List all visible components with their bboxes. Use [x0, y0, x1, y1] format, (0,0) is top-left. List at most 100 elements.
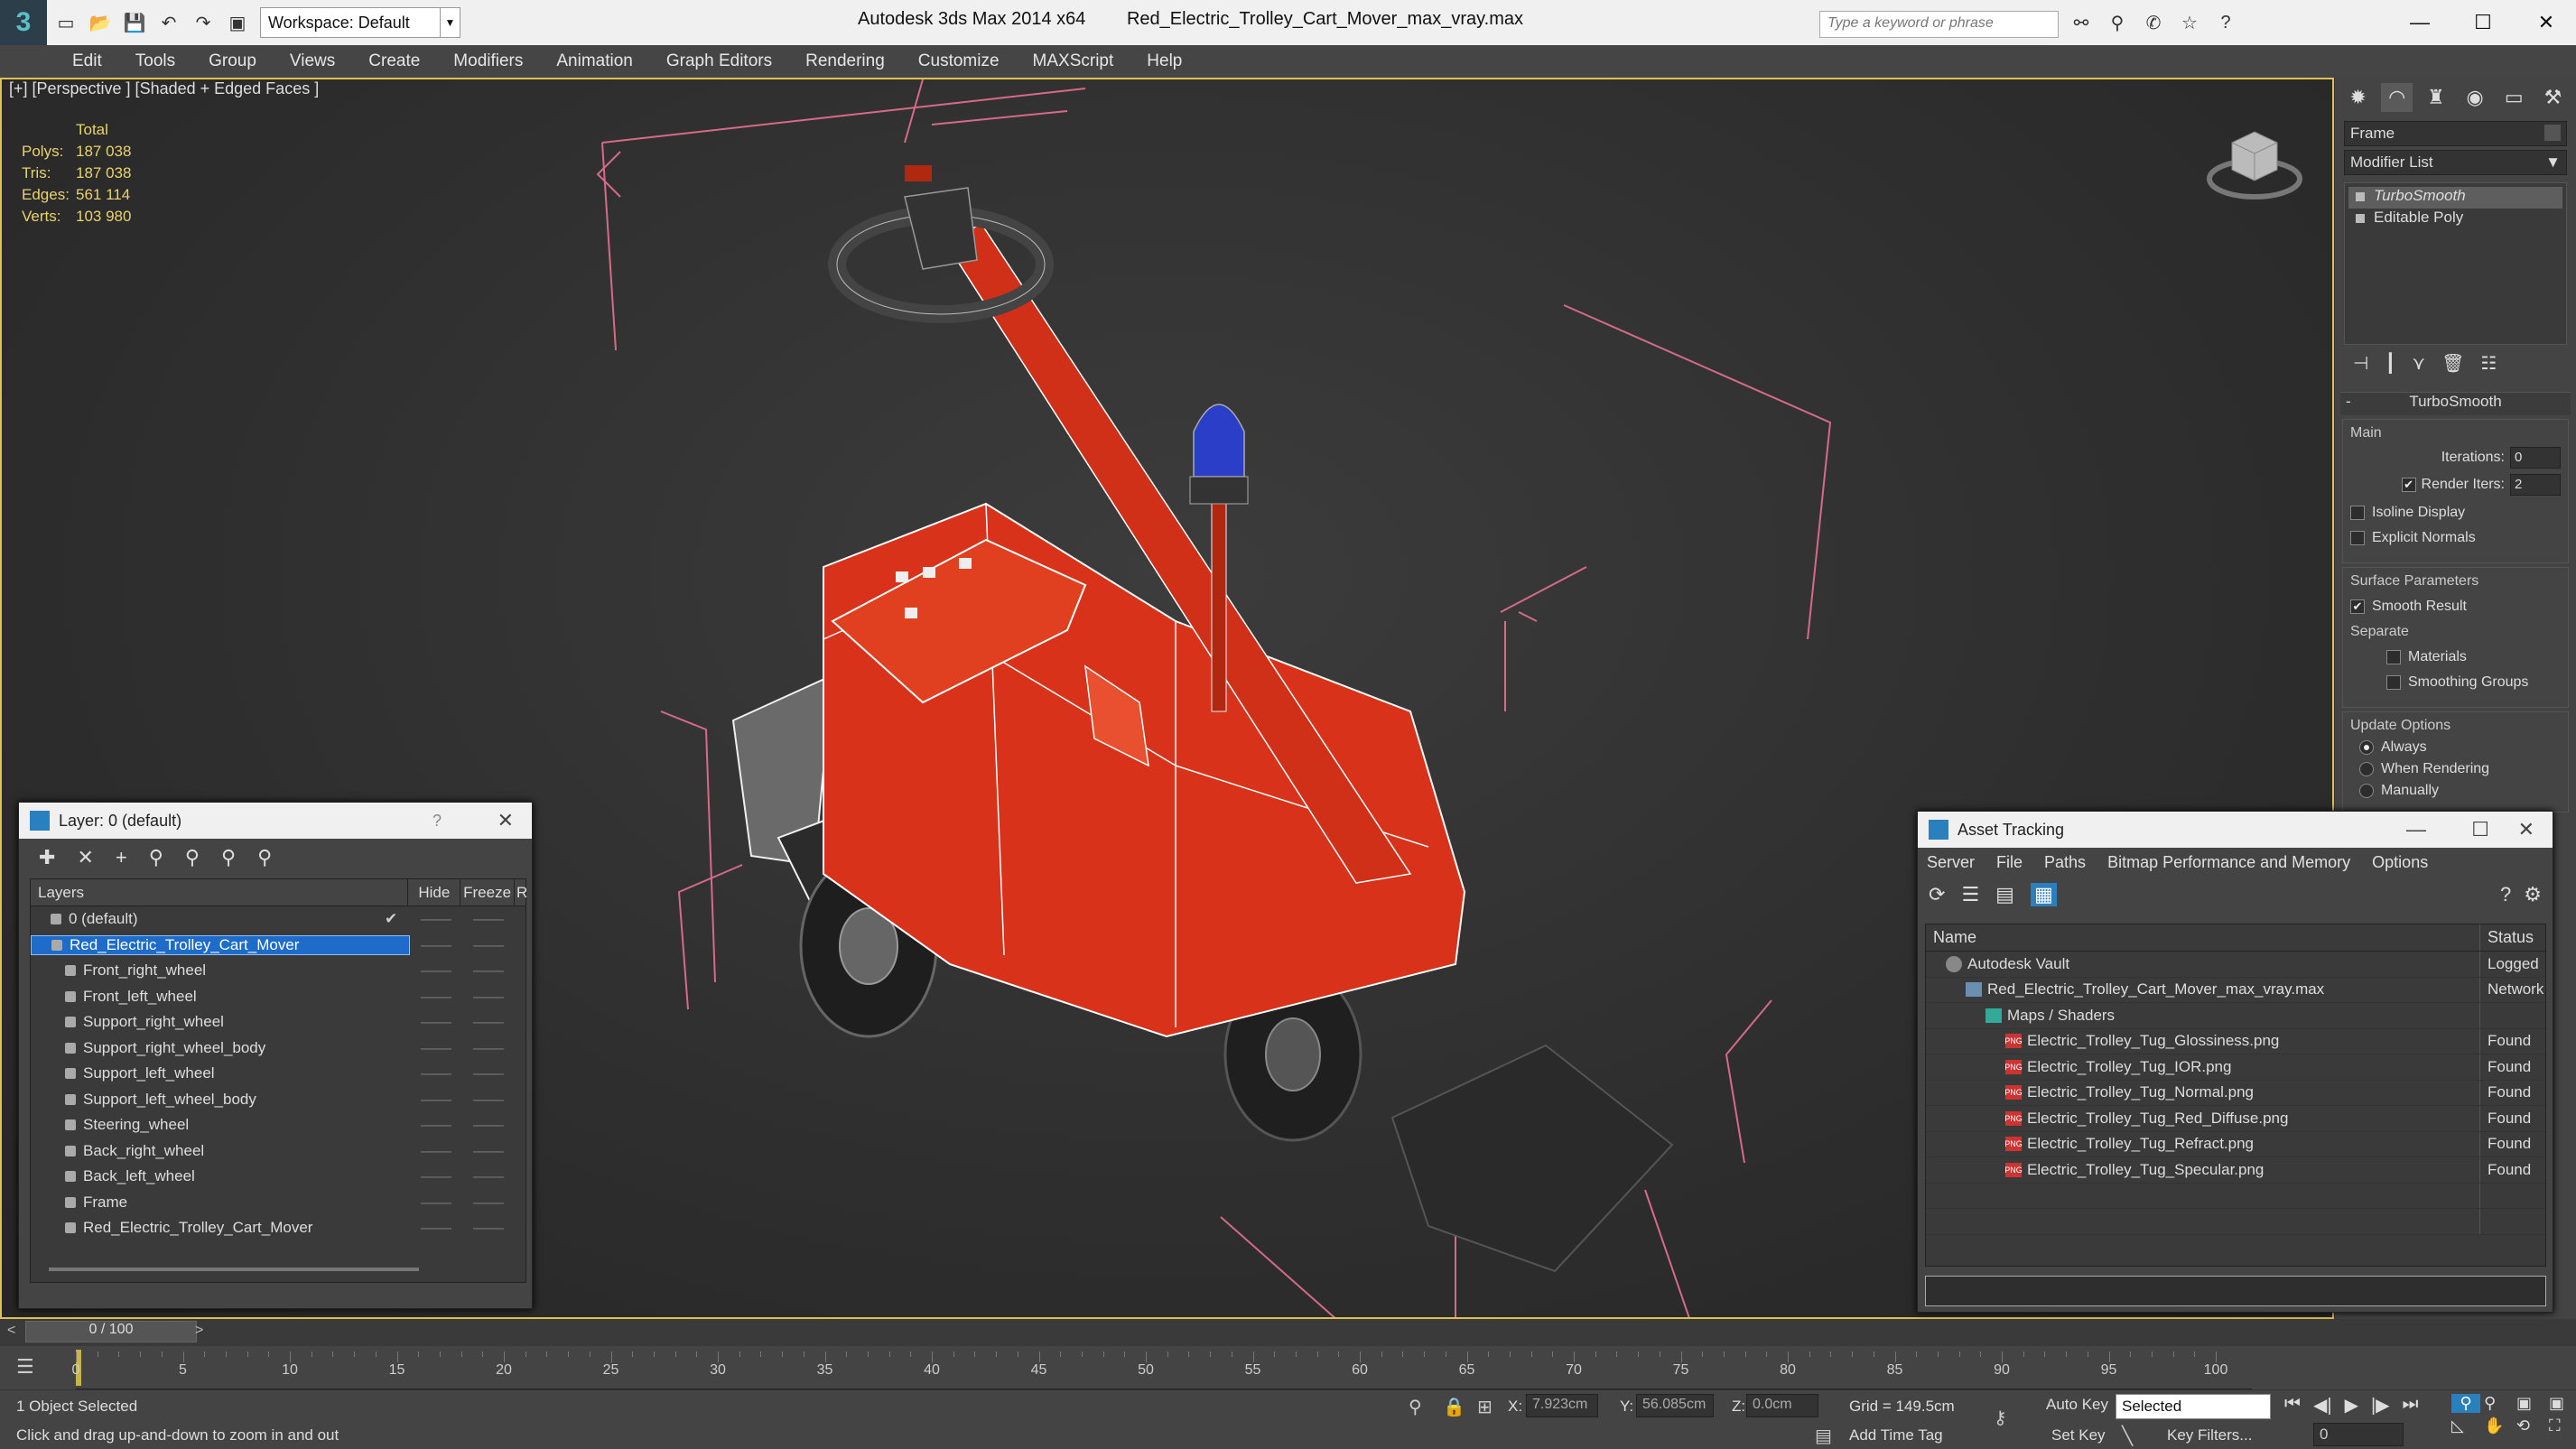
help-icon[interactable]: ?	[432, 812, 442, 831]
hide-toggle[interactable]: ——	[410, 961, 462, 980]
detail-view-icon[interactable]: ▤	[1995, 883, 2014, 906]
layer-row[interactable]: Red_Electric_Trolley_Cart_Mover —— ——	[31, 1215, 525, 1241]
asset-row[interactable]: PNG Electric_Trolley_Tug_IOR.png Found	[1926, 1054, 2545, 1081]
render-iters-spinner[interactable]: 2	[2510, 474, 2561, 496]
save-icon[interactable]: 💾	[119, 7, 150, 38]
layer-row[interactable]: 0 (default) —— —— ✔	[31, 906, 525, 933]
viewcube-icon[interactable]	[2205, 116, 2304, 206]
turbosmooth-rollout[interactable]: - TurboSmooth	[2340, 392, 2571, 415]
layer-row[interactable]: Back_left_wheel —— ——	[31, 1164, 525, 1190]
menu-group[interactable]: Group	[209, 51, 256, 71]
field-of-view-icon[interactable]: ◺	[2451, 1416, 2480, 1435]
layer-name-cell[interactable]: Back_left_wheel	[31, 1167, 410, 1185]
close-icon[interactable]: ✕	[2518, 818, 2534, 841]
asset-row[interactable]: PNG Electric_Trolley_Tug_Glossiness.png Fo…	[1926, 1028, 2545, 1054]
lock-icon[interactable]: 🔒	[1443, 1396, 1465, 1418]
configure-sets-icon[interactable]: ☷	[2481, 352, 2497, 379]
hide-toggle[interactable]: ——	[410, 1013, 462, 1031]
auto-key-button[interactable]: Auto Key	[2046, 1396, 2108, 1414]
layer-row[interactable]: Support_left_wheel —— ——	[31, 1061, 525, 1087]
previous-key-icon[interactable]: ◀|	[2313, 1394, 2332, 1416]
motion-tab-icon[interactable]: ◉	[2460, 83, 2491, 112]
app-logo-icon[interactable]: 3	[0, 0, 47, 45]
timeline-ticks[interactable]: 0 5 10 15 20 25 30 35 40 45 50 55 60 65 70 75 80 85 90 95 10…	[72, 1346, 2252, 1389]
help-icon[interactable]: ?	[2212, 9, 2239, 36]
when-rendering-radio[interactable]	[2359, 762, 2374, 776]
list-view-icon[interactable]: ☰	[1961, 883, 1979, 906]
menu-help[interactable]: Help	[1147, 51, 1182, 71]
x-coordinate-field[interactable]: 7.923cm	[1526, 1394, 1598, 1417]
time-slider[interactable]: < 0 / 100 >	[0, 1319, 2576, 1346]
dialog-title-bar[interactable]: Asset Tracking — ☐ ✕	[1918, 812, 2553, 848]
minimize-icon[interactable]: —	[2406, 818, 2426, 841]
hide-toggle[interactable]: ——	[410, 1219, 462, 1237]
zoom-extents-all-icon[interactable]: ▣	[2549, 1394, 2576, 1413]
set-key-icon[interactable]: ⚷	[1994, 1407, 2007, 1429]
asset-row[interactable]: Red_Electric_Trolley_Cart_Mover_max_vray…	[1926, 977, 2545, 1003]
hide-all-icon[interactable]: ⚲	[221, 846, 236, 869]
freeze-toggle[interactable]: ——	[462, 1167, 515, 1185]
layer-row[interactable]: Support_right_wheel_body —— ——	[31, 1036, 525, 1062]
layer-row[interactable]: Frame —— ——	[31, 1190, 525, 1216]
layer-row[interactable]: Support_left_wheel_body —— ——	[31, 1087, 525, 1113]
minimize-button[interactable]: —	[2388, 0, 2451, 45]
menu-rendering[interactable]: Rendering	[805, 51, 885, 71]
layer-name-cell[interactable]: 0 (default)	[31, 910, 410, 928]
iterations-spinner[interactable]: 0	[2510, 447, 2561, 469]
hide-toggle[interactable]: ——	[410, 1039, 462, 1057]
key-mode-icon[interactable]: ╲	[2122, 1425, 2133, 1447]
layer-name-cell[interactable]: Support_left_wheel_body	[31, 1091, 410, 1109]
workspace-select[interactable]: Workspace: Default	[260, 7, 441, 38]
expand-icon[interactable]	[2356, 214, 2365, 223]
freeze-toggle[interactable]: ——	[462, 910, 515, 928]
horizontal-scrollbar[interactable]	[49, 1268, 419, 1271]
freeze-toggle[interactable]: ——	[462, 961, 515, 980]
asset-row[interactable]: PNG Electric_Trolley_Tug_Specular.png Foun…	[1926, 1157, 2545, 1184]
smooth-result-checkbox[interactable]: ✔	[2350, 599, 2365, 614]
hide-toggle[interactable]: ——	[410, 1167, 462, 1185]
undo-icon[interactable]: ↶	[153, 7, 184, 38]
absolute-mode-icon[interactable]: ⊞	[1477, 1396, 1493, 1418]
layer-row[interactable]: Back_right_wheel —— ——	[31, 1138, 525, 1165]
hide-toggle[interactable]: ——	[410, 988, 462, 1006]
column-layers[interactable]: Layers	[31, 879, 409, 906]
column-name[interactable]: Name	[1926, 924, 2480, 951]
time-tag-icon[interactable]: ▤	[1815, 1425, 1832, 1447]
column-render[interactable]: R	[515, 884, 527, 902]
current-frame-field[interactable]: 0	[2313, 1423, 2404, 1446]
search-input[interactable]: Type a keyword or phrase	[1819, 11, 2059, 38]
prev-frame-icon[interactable]: <	[7, 1323, 15, 1339]
menu-maxscript[interactable]: MAXScript	[1033, 51, 1114, 71]
utilities-tab-icon[interactable]: ⚒	[2537, 83, 2569, 112]
object-name-field[interactable]: Frame	[2344, 121, 2567, 146]
close-button[interactable]: ✕	[2515, 0, 2576, 45]
subscription-icon[interactable]: ⚲	[2104, 9, 2131, 36]
menu-create[interactable]: Create	[368, 51, 420, 71]
menu-animation[interactable]: Animation	[556, 51, 633, 71]
isoline-checkbox[interactable]	[2350, 506, 2365, 520]
freeze-toggle[interactable]: ——	[462, 1013, 515, 1031]
maximize-viewport-icon[interactable]: ⛶	[2549, 1416, 2576, 1435]
pan-icon[interactable]: ✋	[2484, 1416, 2513, 1435]
pin-stack-icon[interactable]: ⊣	[2353, 352, 2368, 379]
explicit-normals-checkbox[interactable]	[2350, 531, 2365, 545]
modify-tab-icon[interactable]: ◠	[2381, 83, 2413, 112]
mini-curve-editor-icon[interactable]: ☰	[16, 1355, 34, 1379]
asset-menu-paths[interactable]: Paths	[2044, 853, 2086, 872]
menu-graph-editors[interactable]: Graph Editors	[666, 51, 772, 71]
add-to-layer-icon[interactable]: +	[116, 846, 127, 869]
key-filters-button[interactable]: Key Filters...	[2167, 1426, 2252, 1444]
layer-name-cell[interactable]: Steering_wheel	[31, 1116, 410, 1134]
remove-modifier-icon[interactable]: 🗑	[2441, 352, 2464, 379]
column-status[interactable]: Status	[2480, 928, 2534, 947]
track-bar[interactable]: ☰ 0 5 10 15 20 25 30 35 40 45 50 55 60 65 70 75 80 85 90 95…	[0, 1346, 2576, 1389]
manually-radio[interactable]	[2359, 784, 2374, 798]
settings-icon[interactable]: ⚙	[2524, 883, 2542, 906]
object-color-swatch[interactable]	[2544, 125, 2561, 141]
highlight-layer-icon[interactable]: ⚲	[185, 846, 200, 869]
layer-row[interactable]: Red_Electric_Trolley_Cart_Mover —— ——	[31, 933, 525, 959]
favorites-icon[interactable]: ☆	[2176, 9, 2203, 36]
lightbulb-icon[interactable]	[2356, 192, 2365, 201]
freeze-toggle[interactable]: ——	[462, 1039, 515, 1057]
column-hide[interactable]: Hide	[408, 879, 461, 906]
